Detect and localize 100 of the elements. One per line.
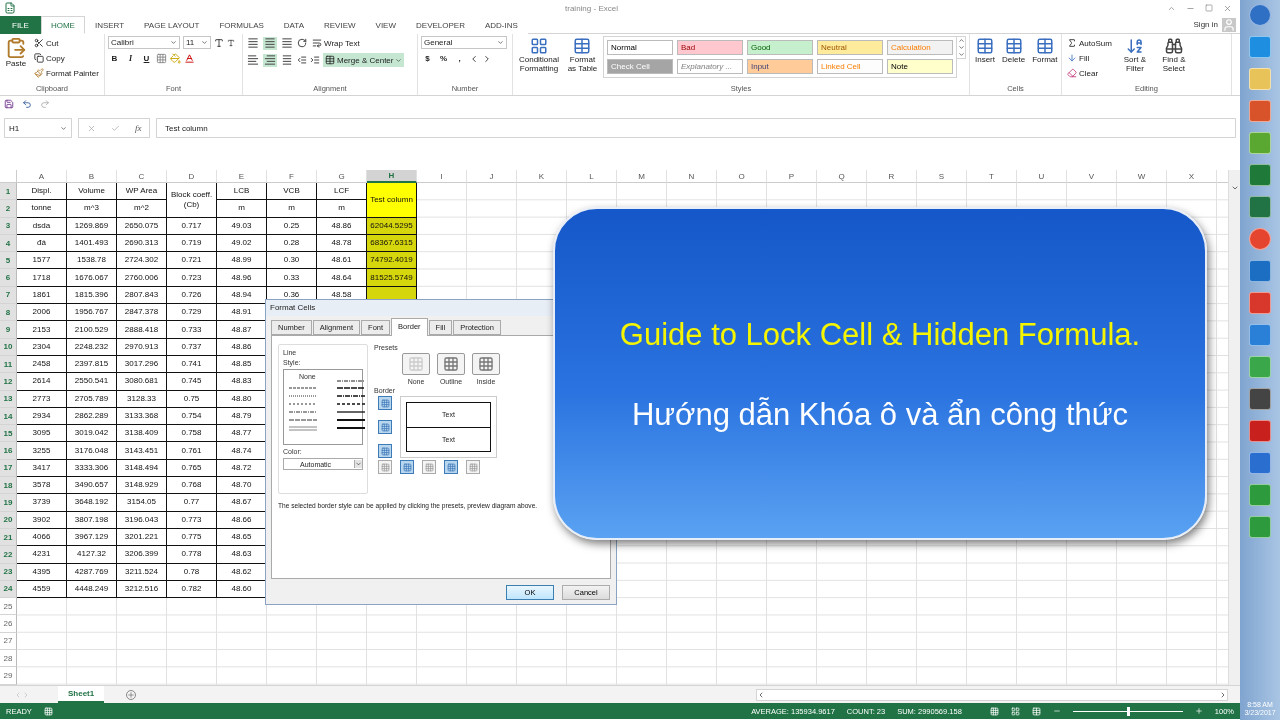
row-header[interactable]: 1 xyxy=(0,183,17,201)
copy-button[interactable]: Copy xyxy=(32,51,101,65)
scroll-left-icon[interactable] xyxy=(757,690,765,699)
enter-icon[interactable] xyxy=(110,123,120,133)
cut-button[interactable]: Cut xyxy=(32,36,101,50)
app-icon[interactable] xyxy=(1249,356,1271,378)
underline-button[interactable]: U xyxy=(140,52,153,65)
vertical-align-button[interactable] xyxy=(263,36,277,50)
row-header[interactable]: 15 xyxy=(0,425,17,443)
row-header[interactable]: 22 xyxy=(0,546,17,564)
cell-style-item[interactable]: Note xyxy=(887,59,953,74)
cell-style-item[interactable]: Good xyxy=(747,40,813,55)
row-header[interactable]: 9 xyxy=(0,321,17,339)
border-toggle[interactable] xyxy=(466,460,480,474)
scroll-down-icon[interactable] xyxy=(1230,184,1239,192)
app-icon[interactable] xyxy=(1249,100,1271,122)
cell-style-item[interactable]: Explanatory ... xyxy=(677,59,743,74)
save-icon[interactable] xyxy=(4,99,14,109)
row-header[interactable]: 8 xyxy=(0,304,17,322)
conditional-formatting-button[interactable]: Conditional Formatting xyxy=(516,36,562,84)
row-header[interactable]: 18 xyxy=(0,477,17,495)
border-toggle[interactable] xyxy=(422,460,436,474)
app-icon[interactable] xyxy=(1249,516,1271,538)
cell-style-item[interactable]: Input xyxy=(747,59,813,74)
normal-view-icon[interactable] xyxy=(989,706,999,716)
scroll-up-icon[interactable] xyxy=(957,37,965,44)
preset-button[interactable] xyxy=(402,353,430,375)
app-icon[interactable] xyxy=(1249,484,1271,506)
paste-button[interactable]: Paste xyxy=(3,36,29,84)
app-icon[interactable] xyxy=(1249,164,1271,186)
row-header[interactable]: 6 xyxy=(0,269,17,287)
decrease-indent-icon[interactable] xyxy=(297,55,307,65)
page-break-icon[interactable] xyxy=(1031,706,1041,716)
restore-icon[interactable] xyxy=(1205,4,1213,12)
text-size-down-icon[interactable] xyxy=(227,38,235,47)
app-icon[interactable] xyxy=(1249,260,1271,282)
autosum-button[interactable]: AutoSum xyxy=(1065,36,1114,50)
more-icon[interactable] xyxy=(957,51,965,58)
row-header[interactable]: 26 xyxy=(0,615,17,633)
app-icon[interactable] xyxy=(1249,324,1271,346)
vertical-align-button[interactable] xyxy=(246,36,260,50)
zoom-in-icon[interactable] xyxy=(1194,707,1203,715)
borders-icon[interactable] xyxy=(156,53,167,64)
cells-button[interactable]: Delete xyxy=(1000,36,1028,84)
wrap-text-button[interactable]: Wrap Text xyxy=(310,36,362,50)
sheet-tab[interactable]: Sheet1 xyxy=(58,686,105,703)
increase-indent-icon[interactable] xyxy=(310,55,320,65)
app-icon[interactable] xyxy=(1249,420,1271,442)
column-header[interactable]: H xyxy=(367,170,417,183)
border-toggle[interactable] xyxy=(378,420,392,434)
scroll-down-icon[interactable] xyxy=(957,44,965,51)
border-toggle[interactable] xyxy=(378,444,392,458)
cells-button[interactable]: Format xyxy=(1030,36,1060,84)
cancel-icon[interactable] xyxy=(86,123,96,133)
row-header[interactable]: 25 xyxy=(0,598,17,616)
new-sheet-icon[interactable] xyxy=(126,689,137,700)
app-icon[interactable] xyxy=(1249,292,1271,314)
name-box[interactable]: H1 xyxy=(4,118,72,138)
row-header[interactable]: 5 xyxy=(0,252,17,270)
number-format-field[interactable]: General xyxy=(421,36,507,49)
font-size-field[interactable]: 11 xyxy=(183,36,211,49)
zoom-slider-thumb[interactable] xyxy=(1126,706,1130,716)
vertical-align-button[interactable] xyxy=(280,36,294,50)
horizontal-scrollbar[interactable] xyxy=(756,688,1228,701)
comma-button[interactable]: , xyxy=(453,52,466,65)
find-select-button[interactable]: Find & Select xyxy=(1155,36,1192,84)
font-name-field[interactable]: Calibri xyxy=(108,36,180,49)
format-painter-button[interactable]: Format Painter xyxy=(32,66,101,80)
app-icon[interactable] xyxy=(1249,196,1271,218)
border-toggle[interactable] xyxy=(400,460,414,474)
border-toggle[interactable] xyxy=(378,396,392,410)
row-header[interactable]: 16 xyxy=(0,442,17,460)
row-header[interactable]: 28 xyxy=(0,650,17,668)
insert-function-button[interactable]: fx xyxy=(134,123,142,133)
app-icon[interactable] xyxy=(1249,4,1271,26)
preset-button[interactable] xyxy=(437,353,465,375)
page-layout-icon[interactable] xyxy=(1010,706,1020,716)
text-size-up-icon[interactable] xyxy=(214,37,224,48)
cell-style-item[interactable]: Neutral xyxy=(817,40,883,55)
zoom-out-icon[interactable] xyxy=(1052,707,1061,715)
border-toggle[interactable] xyxy=(378,460,392,474)
ribbon-tab[interactable]: FILE xyxy=(0,16,41,34)
redo-icon[interactable] xyxy=(40,99,50,109)
scroll-right-icon[interactable] xyxy=(1219,690,1227,699)
font-color-icon[interactable] xyxy=(184,53,195,64)
app-icon[interactable] xyxy=(1249,452,1271,474)
vertical-scrollbar[interactable] xyxy=(1228,170,1240,685)
clear-button[interactable]: Clear xyxy=(1065,66,1114,80)
horizontal-align-button[interactable] xyxy=(246,53,260,67)
decrease-decimal-icon[interactable] xyxy=(482,53,492,64)
format-as-table-button[interactable]: Format as Table xyxy=(564,36,600,84)
undo-icon[interactable] xyxy=(22,99,32,109)
cell-style-item[interactable]: Bad xyxy=(677,40,743,55)
app-icon[interactable] xyxy=(1249,228,1271,250)
orientation-icon[interactable] xyxy=(297,38,307,48)
fill-color-icon[interactable] xyxy=(170,53,181,64)
percent-button[interactable]: % xyxy=(437,52,450,65)
ribbon-tab[interactable]: HOME xyxy=(40,16,85,34)
cells-button[interactable]: Insert xyxy=(973,36,997,84)
row-header[interactable]: 2 xyxy=(0,200,17,218)
